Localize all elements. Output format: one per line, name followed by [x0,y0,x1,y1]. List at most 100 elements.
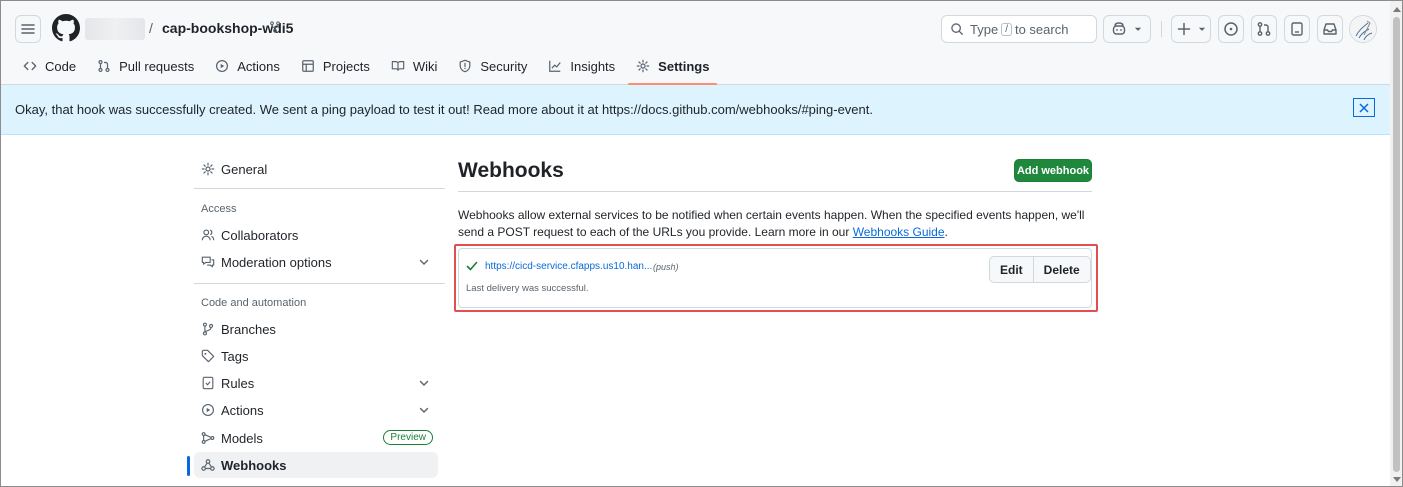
people-icon [201,229,215,241]
delete-button[interactable]: Delete [1032,257,1090,282]
header-divider [1161,21,1162,37]
flash-close-button[interactable] [1353,98,1375,117]
user-avatar[interactable] [1349,15,1377,43]
sidebar-item-general[interactable]: General [194,156,438,182]
sidebar-item-models[interactable]: Models Preview [194,425,438,451]
caret-down-icon [1134,27,1142,31]
book-icon [391,61,405,71]
flash-banner: Okay, that hook was successfully created… [1,85,1390,135]
scroll-thumb[interactable] [1393,17,1400,472]
sidebar-item-label: Tags [221,348,249,364]
check-icon [466,261,478,271]
tab-label: Settings [658,58,710,74]
issues-button[interactable] [1218,15,1244,43]
sidebar-item-label: Actions [221,402,264,418]
chevron-down-icon [419,259,429,265]
tab-projects[interactable]: Projects [293,51,378,81]
tab-actions[interactable]: Actions [207,51,288,81]
webhook-events: (push) [653,262,679,272]
sidebar-divider [194,188,445,189]
webhook-actions: Edit Delete [989,256,1091,283]
description-end: . [944,225,948,239]
fork-icon [270,21,280,33]
chevron-down-icon [419,380,429,386]
tag-icon [201,349,215,363]
webhook-delivery-status: Last delivery was successful. [466,283,589,294]
sidebar-heading-access: Access [201,203,237,215]
inbox-icon [1323,23,1337,35]
repo-header: / cap-bookshop-wdi5 Type / to search Cod… [1,1,1390,85]
tab-wiki[interactable]: Wiki [383,51,446,81]
create-new-button[interactable] [1171,15,1211,43]
tab-settings[interactable]: Settings [628,51,718,85]
sidebar-item-actions[interactable]: Actions [194,397,438,423]
browser-frame: / cap-bookshop-wdi5 Type / to search Cod… [0,0,1403,487]
scroll-up-arrow[interactable] [1393,7,1401,12]
shield-icon [459,59,471,73]
caret-down-icon [1198,27,1205,31]
search-icon [951,23,963,35]
title-divider [458,191,1092,192]
tab-label: Actions [237,58,280,74]
sidebar-item-label: Branches [221,321,276,337]
owner-name-blurred[interactable] [85,18,145,40]
tab-label: Insights [570,58,616,74]
pull-requests-button[interactable] [1251,15,1277,43]
sidebar-item-tags[interactable]: Tags [194,343,438,369]
search-shortcut-key: / [1001,22,1012,36]
copilot-icon [1112,22,1126,35]
add-webhook-button[interactable]: Add webhook [1014,159,1092,182]
repo-separator: / [149,20,153,36]
sidebar-item-collaborators[interactable]: Collaborators [194,222,438,248]
sidebar-item-webhooks[interactable]: Webhooks [194,452,438,478]
tab-pull-requests[interactable]: Pull requests [89,51,202,81]
sidebar-item-branches[interactable]: Branches [194,316,438,342]
projects-button[interactable] [1284,15,1310,43]
tab-code[interactable]: Code [15,51,84,81]
scroll-down-arrow[interactable] [1393,477,1401,482]
sidebar-active-indicator [187,456,190,476]
github-logo-icon[interactable] [52,14,80,42]
tab-label: Code [45,58,77,74]
inbox-button[interactable] [1317,15,1343,43]
page-title: Webhooks [458,159,564,182]
preview-badge: Preview [383,430,433,445]
close-icon [1359,102,1369,113]
models-icon [201,432,215,444]
tab-insights[interactable]: Insights [540,51,623,81]
table-icon [302,60,314,72]
issue-opened-icon [1224,22,1238,36]
search-suffix: to search [1014,21,1069,37]
code-icon [23,61,37,71]
tab-label: Security [480,58,528,74]
tab-label: Wiki [412,58,438,74]
sidebar-item-moderation-options[interactable]: Moderation options [194,249,438,275]
webhooks-description: Webhooks allow external services to be n… [458,207,1092,241]
tab-label: Projects [322,58,370,74]
gear-icon [201,162,215,176]
search-input[interactable]: Type / to search [941,15,1097,43]
webhook-icon [201,459,215,471]
tab-security[interactable]: Security [450,51,535,81]
tab-label: Pull requests [119,58,195,74]
chevron-down-icon [419,407,429,413]
hamburger-icon [21,24,35,34]
sidebar-divider [194,283,445,284]
sidebar-item-label: Collaborators [221,227,299,243]
sidebar-item-label: Moderation options [221,254,332,270]
play-icon [216,59,229,73]
edit-button[interactable]: Edit [990,257,1033,282]
copilot-button[interactable] [1103,15,1151,43]
repo-nav-tabs: Code Pull requests Actions Projects Wiki… [15,51,722,85]
webhooks-guide-link[interactable]: Webhooks Guide [853,225,945,239]
sidebar-heading-code-automation: Code and automation [201,297,307,309]
menu-button[interactable] [15,15,41,43]
sidebar-item-rules[interactable]: Rules [194,370,438,396]
git-pull-request-icon [98,59,110,73]
webhook-url-link[interactable]: https://cicd-service.cfapps.us10.han... [485,261,652,272]
gear-icon [636,59,650,73]
git-pull-request-icon [1257,22,1271,36]
plus-icon [1177,22,1190,36]
sidebar-item-label: Webhooks [221,457,287,473]
comment-discussion-icon [201,256,215,268]
